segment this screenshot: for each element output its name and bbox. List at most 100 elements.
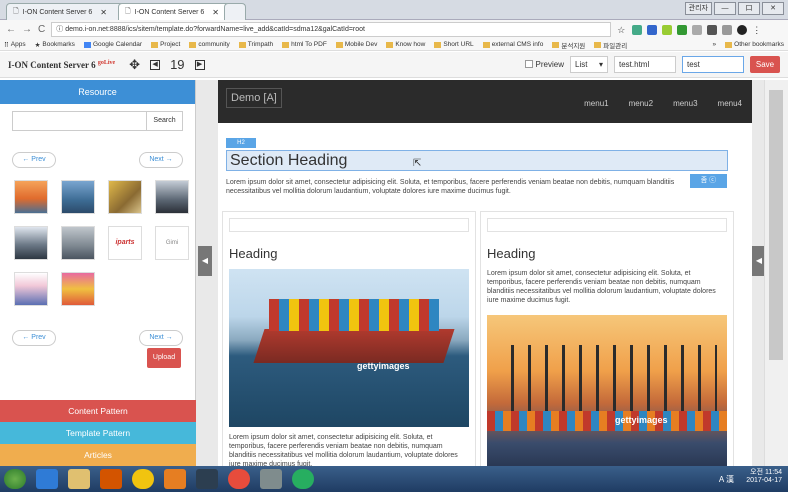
extension-icon[interactable] xyxy=(722,24,733,35)
preview-toggle[interactable]: Preview xyxy=(524,60,564,69)
bookmark-apps[interactable]: ⠿ Apps xyxy=(4,41,26,49)
app-icon[interactable] xyxy=(196,469,218,489)
thumbnail-event[interactable] xyxy=(108,180,142,214)
empty-slot[interactable] xyxy=(487,218,727,232)
thumbnail-iparts-logo[interactable]: iparts xyxy=(108,226,142,260)
bookmark-folder[interactable]: 파일관리 xyxy=(594,40,627,50)
new-tab-button[interactable] xyxy=(224,3,246,20)
save-button[interactable]: Save xyxy=(750,56,780,73)
firefox-icon[interactable] xyxy=(228,469,250,489)
upload-button[interactable]: Upload xyxy=(147,348,181,368)
thumbnail-poster[interactable] xyxy=(14,272,48,306)
app-icon[interactable] xyxy=(260,469,282,489)
extension-icon[interactable] xyxy=(647,24,658,35)
next-page-icon[interactable]: ▶ xyxy=(194,59,205,70)
thumbnail-sunset[interactable] xyxy=(14,180,48,214)
close-tab-icon[interactable]: ✕ xyxy=(212,8,219,17)
next-button[interactable]: Next → xyxy=(139,152,183,168)
chrome-icon[interactable] xyxy=(132,469,154,489)
bookmark-folder[interactable]: external CMS info xyxy=(482,41,543,48)
minimize-button[interactable]: — xyxy=(714,2,736,15)
chrome-icon[interactable] xyxy=(292,469,314,489)
system-clock[interactable]: 오전 11:54 2017-04-17 xyxy=(746,469,782,485)
bookmark-folder[interactable]: Know how xyxy=(386,41,425,48)
bookmark-google-calendar[interactable]: Google Calendar xyxy=(83,41,142,48)
other-bookmarks[interactable]: Other bookmarks xyxy=(725,41,784,48)
bookmark-folder[interactable]: html To PDF xyxy=(282,41,327,48)
extension-icon[interactable] xyxy=(662,24,673,35)
bookmark-folder[interactable]: Short URL xyxy=(434,41,474,48)
menu-item-3[interactable]: menu3 xyxy=(673,99,697,108)
port-image[interactable]: gettyimages xyxy=(487,315,727,466)
menu-item-2[interactable]: menu2 xyxy=(629,99,653,108)
url-field[interactable]: ⓘ demo.i-on.net:8888/ics/sitem/template.… xyxy=(51,22,612,37)
forward-icon[interactable]: → xyxy=(22,24,32,35)
bookmark-bookmarks[interactable]: ★ Bookmarks xyxy=(35,41,75,49)
menu-item-4[interactable]: menu4 xyxy=(718,99,742,108)
column-heading[interactable]: Heading xyxy=(487,246,727,261)
maximize-button[interactable]: 口 xyxy=(738,2,760,15)
extension-icon[interactable] xyxy=(677,24,688,35)
articles-tab[interactable]: Articles xyxy=(0,444,196,466)
bookmark-folder[interactable]: Project xyxy=(151,41,180,48)
bookmarks-overflow[interactable]: » xyxy=(713,41,717,48)
thumbnail-interior[interactable] xyxy=(14,226,48,260)
close-tab-icon[interactable]: ✕ xyxy=(100,8,107,17)
template-pattern-tab[interactable]: Template Pattern xyxy=(0,422,196,444)
menu-item-1[interactable]: menu1 xyxy=(584,99,608,108)
extension-icon[interactable] xyxy=(737,24,748,35)
empty-slot[interactable] xyxy=(229,218,469,232)
extension-icon[interactable] xyxy=(632,24,643,35)
bookmark-folder[interactable]: 분석지원 xyxy=(552,40,585,50)
scrollbar-thumb[interactable] xyxy=(769,90,783,360)
name-input[interactable]: test xyxy=(682,56,744,73)
resource-search-button[interactable]: Search xyxy=(147,111,183,131)
back-icon[interactable]: ← xyxy=(6,24,16,35)
section-paragraph[interactable]: Lorem ipsum dolor sit amet, consectetur … xyxy=(226,178,696,196)
ime-indicator[interactable]: A 漢 xyxy=(719,474,734,485)
explorer-icon[interactable] xyxy=(68,469,90,489)
resource-search-input[interactable] xyxy=(12,111,147,131)
bookmark-folder[interactable]: community xyxy=(189,41,230,48)
move-icon[interactable]: ✥ xyxy=(129,57,140,73)
thumbnail-office[interactable] xyxy=(155,180,189,214)
page-preview: Demo [A] menu1 menu2 menu3 menu4 H2 Sect… xyxy=(218,80,752,466)
vertical-scrollbar[interactable] xyxy=(764,80,788,466)
browser-tab-active[interactable]: 🗋 I-ON Content Server 6 ✕ xyxy=(118,3,230,20)
template-file-input[interactable]: test.html xyxy=(614,56,676,73)
column-paragraph[interactable]: Lorem ipsum dolor sit amet, consectetur … xyxy=(487,269,727,305)
content-pattern-tab[interactable]: Content Pattern xyxy=(0,400,196,422)
menu-icon[interactable]: ⋮ xyxy=(752,25,762,35)
view-select[interactable]: List ▾ xyxy=(570,56,608,73)
app-icon[interactable] xyxy=(100,469,122,489)
extension-icon[interactable] xyxy=(692,24,703,35)
next-button[interactable]: Next → xyxy=(139,330,183,346)
star-icon[interactable]: ☆ xyxy=(617,25,627,35)
preview-checkbox[interactable] xyxy=(524,60,533,68)
content-column-right: Heading Lorem ipsum dolor sit amet, cons… xyxy=(480,211,734,466)
prev-page-icon[interactable]: ◀ xyxy=(150,59,161,70)
close-window-button[interactable]: ✕ xyxy=(762,2,784,15)
ie-icon[interactable] xyxy=(36,469,58,489)
app-icon[interactable] xyxy=(164,469,186,489)
start-button-icon[interactable] xyxy=(4,469,26,489)
thumbnail-magazine[interactable] xyxy=(61,272,95,306)
thumbnail-gimi-logo[interactable]: Gimi xyxy=(155,226,189,260)
thumbnail-harbor[interactable] xyxy=(61,180,95,214)
bookmark-folder[interactable]: Mobile Dev xyxy=(335,41,377,48)
collapse-left-handle[interactable]: ◀ xyxy=(198,246,212,276)
prev-button[interactable]: ← Prev xyxy=(12,152,56,168)
prev-button[interactable]: ← Prev xyxy=(12,330,56,346)
column-paragraph[interactable]: Lorem ipsum dolor sit amet, consectetur … xyxy=(229,433,469,466)
thumbnail-workspace[interactable] xyxy=(61,226,95,260)
section-heading[interactable]: Section Heading ⇱ xyxy=(226,150,728,171)
resource-header[interactable]: Resource xyxy=(0,80,195,104)
browser-tab[interactable]: 🗋 I-ON Content Server 6 ✕ xyxy=(6,3,124,20)
bookmark-folder[interactable]: Trimpath xyxy=(238,41,273,48)
reload-icon[interactable]: C xyxy=(38,24,45,35)
column-heading[interactable]: Heading xyxy=(229,246,469,261)
ship-image[interactable]: gettyimages xyxy=(229,269,469,427)
edit-tag[interactable]: 좀 ⓒ xyxy=(690,174,727,188)
site-logo[interactable]: Demo [A] xyxy=(226,88,282,108)
extension-icon[interactable] xyxy=(707,24,718,35)
